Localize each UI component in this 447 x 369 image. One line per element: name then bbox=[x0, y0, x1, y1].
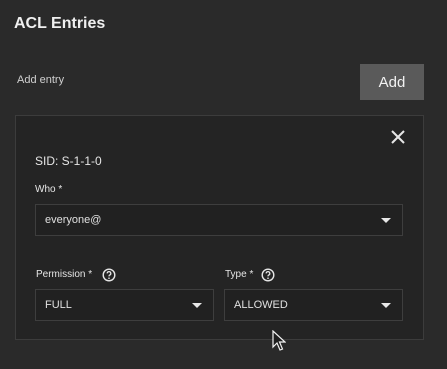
sid-text: SID: S-1-1-0 bbox=[35, 154, 102, 168]
type-value: ALLOWED bbox=[234, 299, 288, 311]
add-button[interactable]: Add bbox=[360, 64, 424, 100]
permission-select[interactable]: FULL bbox=[35, 289, 214, 321]
permission-label: Permission * bbox=[36, 269, 93, 280]
help-circle-icon[interactable] bbox=[102, 268, 116, 282]
who-select[interactable]: everyone@ bbox=[35, 204, 403, 236]
add-entry-label: Add entry bbox=[17, 74, 65, 86]
acl-entry-card: SID: S-1-1-0 Who * everyone@ Permission … bbox=[15, 115, 424, 340]
chevron-down-icon bbox=[192, 303, 202, 308]
acl-entries-panel: ACL Entries Add entry Add SID: S-1-1-0 W… bbox=[0, 0, 447, 369]
permission-value: FULL bbox=[45, 299, 72, 311]
who-value: everyone@ bbox=[45, 214, 102, 226]
section-title: ACL Entries bbox=[14, 15, 106, 32]
who-label: Who * bbox=[35, 184, 63, 195]
chevron-down-icon bbox=[381, 218, 391, 223]
type-label: Type * bbox=[225, 269, 254, 280]
mouse-pointer-icon bbox=[272, 329, 287, 352]
close-icon[interactable] bbox=[388, 127, 408, 147]
chevron-down-icon bbox=[381, 303, 391, 308]
type-select[interactable]: ALLOWED bbox=[224, 289, 403, 321]
help-circle-icon[interactable] bbox=[261, 268, 275, 282]
